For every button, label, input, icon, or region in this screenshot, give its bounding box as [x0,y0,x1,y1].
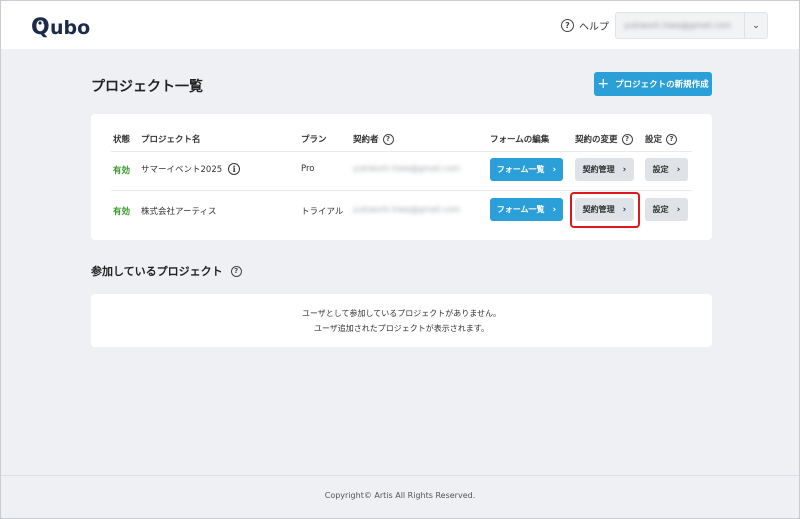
contract-manage-button[interactable]: 契約管理 › [575,158,634,181]
contractor-email: yukiwork.hiwa@gmail.com [353,164,461,173]
plus-icon: + [597,76,610,92]
chevron-down-icon[interactable]: ⌄ [745,21,767,31]
col-contractor: 契約者 ? [353,133,394,145]
page-title: プロジェクト一覧 [91,79,203,95]
help-icon[interactable]: ? [621,133,633,145]
status-badge: 有効 [113,166,131,176]
project-name-cell: 株式会社アーティス [141,205,216,217]
help-link[interactable]: ? ヘルプ [561,18,609,33]
section-title: 参加しているプロジェクト ? [91,263,242,279]
chevron-right-icon: › [622,164,627,175]
project-name[interactable]: サマーイベント2025 [141,163,222,175]
participating-empty-card: ユーザとして参加しているプロジェクトがありません。 ユーザ追加されたプロジェクト… [91,294,712,347]
info-icon[interactable]: i [228,163,241,175]
col-plan: プラン [301,135,327,145]
project-table: 状態 プロジェクト名 プラン 契約者 ? フォームの編集 契約の変更 ? 設定 … [91,114,712,240]
plan-cell: トライアル [301,207,344,217]
svg-text:Q: Q [31,15,50,40]
empty-message: ユーザとして参加しているプロジェクトがありません。 [301,308,502,318]
help-icon[interactable]: ? [666,133,678,145]
project-name[interactable]: 株式会社アーティス [141,205,216,217]
top-header: Q ubo ? ヘルプ yukiwork.hiwa@gmail.com ⌄ [1,1,799,49]
col-form-edit: フォームの編集 [490,135,550,145]
chevron-right-icon: › [552,164,557,175]
contractor-email: yukiwork.hiwa@gmail.com [353,205,461,214]
row-divider [111,190,692,191]
help-icon[interactable]: ? [230,265,242,277]
plan-cell: Pro [301,164,315,174]
settings-button[interactable]: 設定 › [645,198,688,221]
col-status: 状態 [113,135,131,145]
settings-button[interactable]: 設定 › [645,158,688,181]
form-list-button[interactable]: フォーム一覧 › [490,158,563,181]
col-settings: 設定 ? [645,133,678,145]
svg-text:ubo: ubo [50,17,90,39]
qubo-logo[interactable]: Q ubo [31,10,95,40]
help-icon: ? [561,19,574,32]
highlight-box [570,192,640,228]
help-label: ヘルプ [579,22,609,33]
account-email: yukiwork.hiwa@gmail.com [624,21,732,30]
footer-divider [1,475,799,476]
new-project-label: プロジェクトの新規作成 [615,80,709,90]
new-project-button[interactable]: + プロジェクトの新規作成 [594,72,712,96]
project-name-cell: サマーイベント2025 i [141,163,241,175]
footer-copyright: Copyright© Artis All Rights Reserved. [324,491,476,500]
col-project-name: プロジェクト名 [141,135,201,145]
chevron-right-icon: › [676,164,681,175]
col-contract-change: 契約の変更 ? [575,133,633,145]
row-divider [111,151,692,152]
help-icon[interactable]: ? [382,133,394,145]
empty-message: ユーザ追加されたプロジェクトが表示されます。 [313,323,490,333]
account-dropdown[interactable]: yukiwork.hiwa@gmail.com ⌄ [615,12,768,39]
status-badge: 有効 [113,207,131,217]
chevron-right-icon: › [552,204,557,215]
chevron-right-icon: › [676,204,681,215]
form-list-button[interactable]: フォーム一覧 › [490,198,563,221]
